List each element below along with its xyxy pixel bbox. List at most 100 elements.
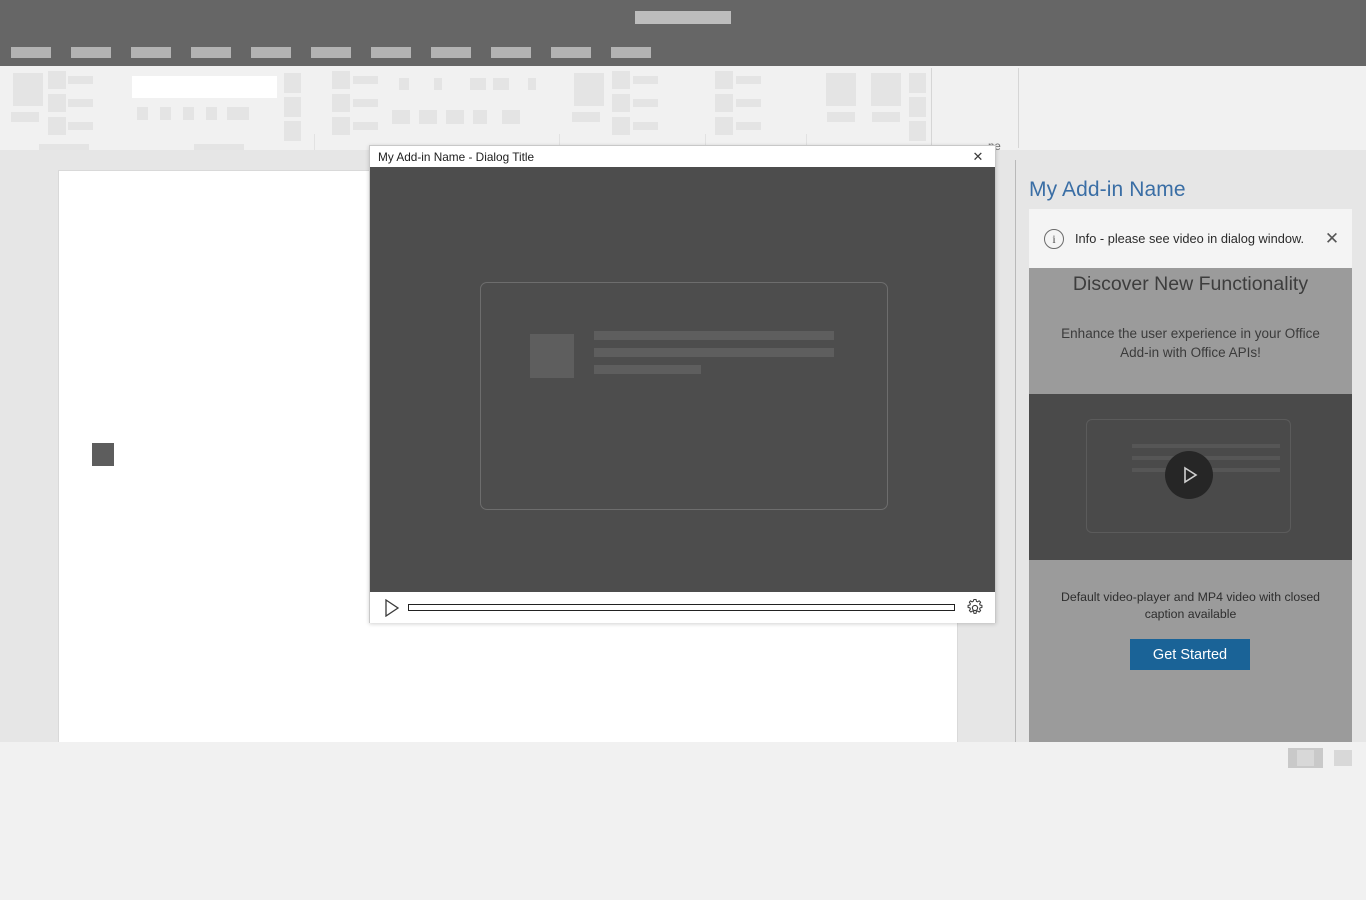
ribbon-search-field[interactable]	[132, 76, 277, 98]
ribbon-placeholder-large-4[interactable]	[871, 73, 901, 106]
gear-icon[interactable]	[955, 592, 995, 623]
status-view-button-2[interactable]	[1334, 750, 1352, 766]
ribbon-chip-5[interactable]	[227, 107, 249, 120]
ribbon-chip-3[interactable]	[183, 107, 194, 120]
close-icon[interactable]: ✕	[965, 146, 991, 167]
ribbon-placeholder-label-9	[633, 76, 658, 84]
ribbon-placeholder-icon-6[interactable]	[332, 117, 350, 135]
ribbon-placeholder-icon-7[interactable]	[612, 71, 630, 89]
ribbon-chip-6[interactable]	[399, 78, 409, 90]
ribbon-placeholder-label-14	[736, 122, 761, 130]
status-view-button-1-inner	[1297, 750, 1314, 766]
ribbon-tab-7[interactable]	[371, 47, 411, 58]
ribbon-tab-10[interactable]	[551, 47, 591, 58]
ribbon-placeholder-icon-2[interactable]	[48, 94, 66, 112]
addin-dialog-window[interactable]: My Add-in Name - Dialog Title ✕	[369, 145, 996, 623]
ribbon-stack-icon-1[interactable]	[284, 73, 301, 93]
ribbon-chip-1[interactable]	[137, 107, 148, 120]
ribbon-placeholder-large-1[interactable]	[13, 73, 43, 106]
ribbon-tab-4[interactable]	[191, 47, 231, 58]
ribbon-placeholder-label-7	[353, 122, 378, 130]
ribbon-placeholder-label-12	[736, 76, 761, 84]
ribbon-chip-8[interactable]	[470, 78, 486, 90]
dialog-video-controls	[370, 592, 995, 623]
ribbon-placeholder-label-2	[68, 76, 93, 84]
ribbon-placeholder-label-11	[633, 122, 658, 130]
hero-title: Discover New Functionality	[1072, 273, 1309, 295]
command-group-divider-right	[1018, 68, 1019, 148]
ribbon-placeholder-icon-4[interactable]	[332, 71, 350, 89]
ribbon-placeholder-label-1	[11, 112, 39, 122]
ribbon	[0, 66, 1366, 212]
info-icon: i	[1044, 228, 1064, 249]
hero-subtitle: Enhance the user experience in your Offi…	[1061, 326, 1320, 360]
taskpane-hero-panel: Discover New Functionality Enhance the u…	[1029, 268, 1352, 394]
ribbon-placeholder-label-13	[736, 99, 761, 107]
play-icon[interactable]	[1165, 451, 1213, 499]
ribbon-stack-icon-2[interactable]	[284, 97, 301, 117]
ribbon-tab-8[interactable]	[431, 47, 471, 58]
ribbon-chip-9[interactable]	[493, 78, 509, 90]
ribbon-placeholder-icon-11[interactable]	[715, 94, 733, 112]
ribbon-stack-icon-4[interactable]	[909, 73, 926, 93]
ribbon-placeholder-icon-8[interactable]	[612, 94, 630, 112]
dialog-title: My Add-in Name - Dialog Title	[378, 149, 535, 164]
ribbon-chip-14[interactable]	[473, 110, 487, 124]
video-progress-bar[interactable]	[408, 604, 955, 611]
ribbon-placeholder-label-10	[633, 99, 658, 107]
ribbon-chip-7[interactable]	[434, 78, 442, 90]
ribbon-chip-15[interactable]	[502, 110, 520, 124]
ribbon-command-1-button[interactable]: Command 1	[931, 66, 1019, 150]
ribbon-tab-2[interactable]	[71, 47, 111, 58]
dialog-video-surface[interactable]	[370, 167, 995, 592]
dialog-title-bar: My Add-in Name - Dialog Title ✕	[370, 146, 995, 167]
ribbon-placeholder-icon-1[interactable]	[48, 71, 66, 89]
ribbon-placeholder-icon-3[interactable]	[48, 117, 66, 135]
ribbon-chip-2[interactable]	[160, 107, 171, 120]
ribbon-placeholder-icon-5[interactable]	[332, 94, 350, 112]
ribbon-tab-3[interactable]	[131, 47, 171, 58]
ribbon-tab-9[interactable]	[491, 47, 531, 58]
ribbon-stack-icon-5[interactable]	[909, 97, 926, 117]
info-close-icon[interactable]: ✕	[1312, 209, 1352, 268]
ribbon-placeholder-icon-12[interactable]	[715, 117, 733, 135]
ribbon-chip-11[interactable]	[392, 110, 410, 124]
taskpane-title: My Add-in Name	[1029, 178, 1186, 201]
dialog-video-placeholder-frame	[480, 282, 888, 510]
taskpane-scrollbar[interactable]	[1352, 160, 1364, 742]
ribbon-chip-10[interactable]	[528, 78, 536, 90]
ribbon-tab-1[interactable]	[11, 47, 51, 58]
ribbon-tab-5[interactable]	[251, 47, 291, 58]
get-started-button[interactable]: Get Started	[1130, 639, 1250, 670]
video-thumbnail-square	[92, 443, 114, 466]
ribbon-placeholder-icon-10[interactable]	[715, 71, 733, 89]
status-bar	[0, 742, 1366, 768]
info-icon-glyph: i	[1052, 231, 1056, 246]
ribbon-tab-11[interactable]	[611, 47, 651, 58]
ribbon-placeholder-large-2[interactable]	[574, 73, 604, 106]
info-message-bar: i Info - please see video in dialog wind…	[1029, 209, 1352, 268]
ribbon-placeholder-label-6	[353, 99, 378, 107]
ribbon-stack-icon-6[interactable]	[909, 121, 926, 141]
ribbon-placeholder-label-4	[68, 122, 93, 130]
ribbon-chip-12[interactable]	[419, 110, 437, 124]
play-triangle-glyph	[1184, 466, 1198, 484]
dialog-video-line-1	[594, 331, 834, 340]
video-thumbnail-line-1	[1132, 444, 1280, 448]
ribbon-placeholder-label-16	[872, 112, 900, 122]
ribbon-placeholder-icon-9[interactable]	[612, 117, 630, 135]
dialog-video-square	[530, 334, 574, 378]
document-name-placeholder	[635, 11, 731, 24]
video-caption-text: Default video-player and MP4 video with …	[1060, 590, 1321, 621]
ribbon-chip-13[interactable]	[446, 110, 464, 124]
ribbon-stack-icon-3[interactable]	[284, 121, 301, 141]
ribbon-chip-4[interactable]	[206, 107, 217, 120]
ribbon-placeholder-label-3	[68, 99, 93, 107]
play-icon[interactable]	[382, 598, 402, 618]
ribbon-placeholder-label-5	[353, 76, 378, 84]
dialog-video-line-3	[594, 365, 701, 374]
ribbon-tab-6[interactable]	[311, 47, 351, 58]
taskpane-caption-panel: Default video-player and MP4 video with …	[1029, 560, 1352, 742]
dialog-video-line-2	[594, 348, 834, 357]
ribbon-placeholder-large-3[interactable]	[826, 73, 856, 106]
